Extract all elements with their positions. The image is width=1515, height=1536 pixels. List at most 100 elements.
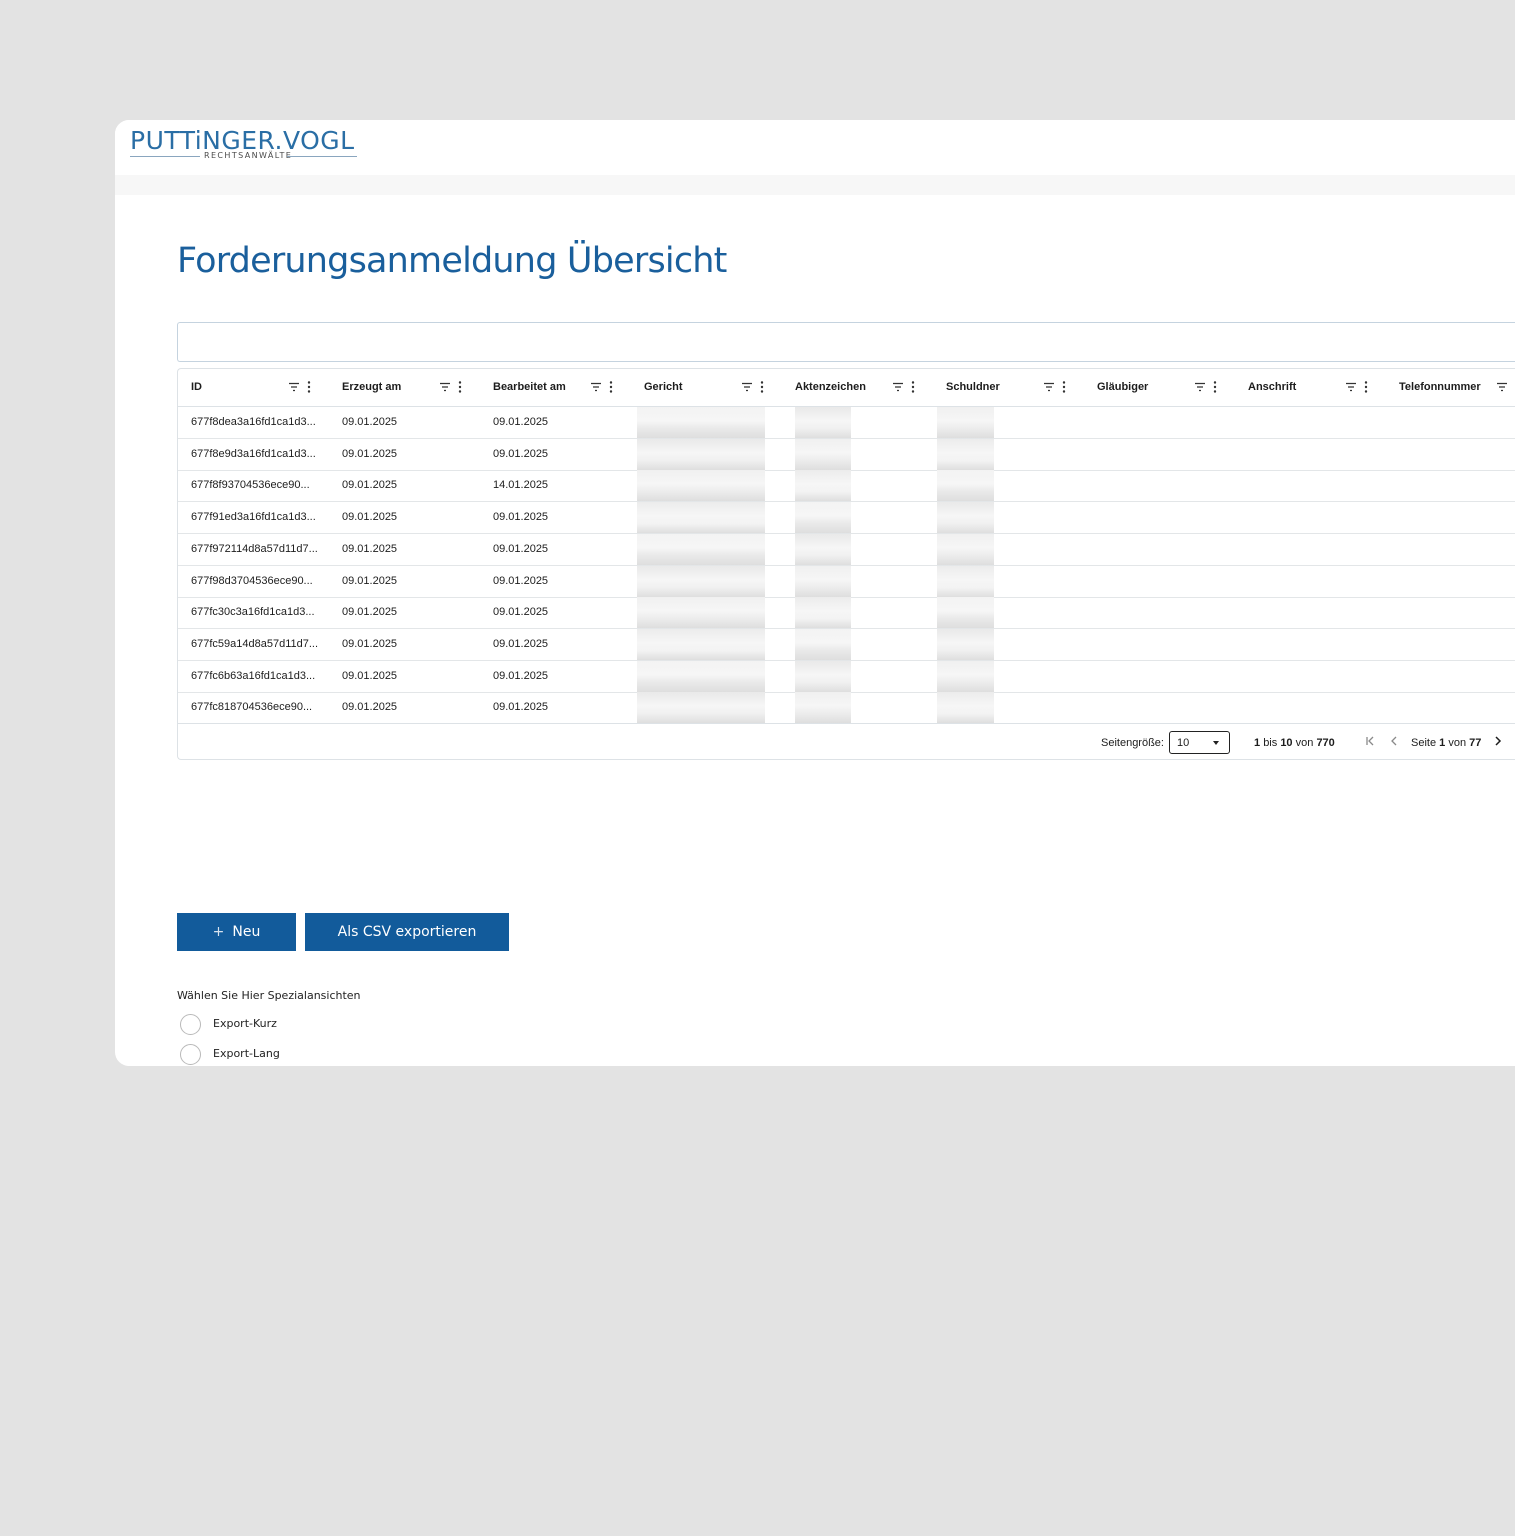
table-row[interactable]: 677fc6b63a16fd1ca1d3... 09.01.2025 09.01.2…	[178, 660, 1515, 693]
redacted-cell	[795, 438, 851, 470]
cell-created: 09.01.2025	[342, 511, 398, 524]
new-button[interactable]: + Neu	[177, 913, 296, 951]
plus-icon: +	[212, 924, 225, 940]
radio-label-export-kurz[interactable]: Export-Kurz	[213, 1017, 277, 1030]
table-row[interactable]: 677fc59a14d8a57d11d7... 09.01.2025 09.01.2…	[178, 628, 1515, 661]
column-header[interactable]: Bearbeitet am	[480, 369, 631, 406]
column-header[interactable]: Telefonnummer	[1386, 369, 1515, 406]
table-row[interactable]: 677fc30c3a16fd1ca1d3... 09.01.2025 09.01.2…	[178, 597, 1515, 630]
grid-filter-bar[interactable]	[177, 322, 1515, 362]
table-row[interactable]: 677f91ed3a16fd1ca1d3... 09.01.2025 09.01.2…	[178, 502, 1515, 535]
page-indicator: Seite 1 von 77	[1411, 737, 1481, 749]
filter-icon[interactable]	[741, 381, 753, 393]
filter-icon[interactable]	[590, 381, 602, 393]
cell-id: 677fc59a14d8a57d11d7...	[191, 637, 319, 650]
first-page-icon[interactable]	[1363, 734, 1377, 748]
next-page-icon[interactable]	[1491, 734, 1505, 748]
column-menu-icon[interactable]	[759, 380, 765, 394]
table-row[interactable]: 677f98d3704536ece90... 09.01.2025 09.01.20…	[178, 565, 1515, 598]
table-row[interactable]: 677fc818704536ece90... 09.01.2025 09.01.20…	[178, 692, 1515, 725]
redacted-cell	[795, 533, 851, 565]
column-header-label: Anschrift	[1248, 381, 1297, 393]
cell-edited: 09.01.2025	[493, 669, 549, 682]
page-title: Forderungsanmeldung Übersicht	[177, 241, 727, 281]
column-menu-icon[interactable]	[1212, 380, 1218, 394]
redacted-cell	[637, 502, 765, 534]
redacted-cell	[637, 407, 765, 438]
column-header[interactable]: Anschrift	[1235, 369, 1386, 406]
new-button-label: Neu	[232, 924, 261, 940]
cell-edited: 09.01.2025	[493, 511, 549, 524]
page-size-label: Seitengröße:	[1101, 737, 1164, 749]
table-row[interactable]: 677f8e9d3a16fd1ca1d3... 09.01.2025 09.01.2…	[178, 438, 1515, 471]
cell-created: 09.01.2025	[342, 701, 398, 714]
redacted-cell	[637, 470, 765, 502]
redacted-cell	[795, 660, 851, 692]
app-window: PUTTiNGER.VOGL RECHTSANWÄLTE Forderungsa…	[115, 120, 1515, 1066]
column-menu-icon[interactable]	[608, 380, 614, 394]
brand-logo[interactable]: PUTTiNGER.VOGL RECHTSANWÄLTE	[130, 128, 360, 168]
filter-icon[interactable]	[1496, 381, 1508, 393]
column-header[interactable]: Gericht	[631, 369, 782, 406]
range-from: 1	[1254, 737, 1261, 749]
radio-export-lang[interactable]	[180, 1044, 201, 1065]
column-header-label: Aktenzeichen	[795, 381, 866, 393]
column-menu-icon[interactable]	[457, 380, 463, 394]
column-menu-icon[interactable]	[1363, 380, 1369, 394]
redacted-cell	[795, 407, 851, 438]
redacted-cell	[937, 502, 994, 534]
csv-export-label: Als CSV exportieren	[337, 924, 477, 940]
redacted-cell	[795, 502, 851, 534]
cell-edited: 09.01.2025	[493, 606, 549, 619]
column-menu-icon[interactable]	[910, 380, 916, 394]
filter-icon[interactable]	[1043, 381, 1055, 393]
cell-edited: 09.01.2025	[493, 447, 549, 460]
column-header[interactable]: Schuldner	[933, 369, 1084, 406]
redacted-cell	[637, 660, 765, 692]
table-row[interactable]: 677f8dea3a16fd1ca1d3... 09.01.2025 09.01.2…	[178, 407, 1515, 439]
column-header-label: Bearbeitet am	[493, 381, 566, 393]
redacted-cell	[795, 628, 851, 660]
cell-edited: 09.01.2025	[493, 637, 549, 650]
special-views-label: Wählen Sie Hier Spezialansichten	[177, 989, 361, 1002]
cell-edited: 09.01.2025	[493, 574, 549, 587]
column-menu-icon[interactable]	[306, 380, 312, 394]
page-size-value: 10	[1177, 737, 1190, 749]
csv-export-button[interactable]: Als CSV exportieren	[305, 913, 509, 951]
redacted-cell	[937, 628, 994, 660]
cell-id: 677f8dea3a16fd1ca1d3...	[191, 416, 316, 428]
range-to: 10	[1280, 737, 1293, 749]
redacted-cell	[637, 533, 765, 565]
header-bar: PUTTiNGER.VOGL RECHTSANWÄLTE	[115, 120, 1515, 175]
cell-created: 09.01.2025	[342, 542, 398, 555]
column-menu-icon[interactable]	[1061, 380, 1067, 394]
filter-icon[interactable]	[892, 381, 904, 393]
column-header[interactable]: Gläubiger	[1084, 369, 1235, 406]
filter-icon[interactable]	[439, 381, 451, 393]
filter-icon[interactable]	[1194, 381, 1206, 393]
range-total: 770	[1316, 737, 1335, 749]
range-to-word: bis	[1263, 737, 1278, 749]
radio-label-export-lang[interactable]: Export-Lang	[213, 1047, 280, 1060]
column-header[interactable]: Aktenzeichen	[782, 369, 933, 406]
redacted-cell	[637, 692, 765, 724]
cell-created: 09.01.2025	[342, 669, 398, 682]
filter-icon[interactable]	[1345, 381, 1357, 393]
total-pages: 77	[1469, 737, 1482, 749]
data-grid: ID Erzeugt am Bearbeitet am Gericht Aktenzei…	[177, 368, 1515, 760]
table-row[interactable]: 677f972114d8a57d11d7... 09.01.2025 09.01.2…	[178, 533, 1515, 566]
redacted-cell	[937, 565, 994, 597]
radio-export-kurz[interactable]	[180, 1014, 201, 1035]
redacted-cell	[637, 628, 765, 660]
redacted-cell	[937, 438, 994, 470]
column-header[interactable]: ID	[178, 369, 329, 406]
row-range-summary: 1 bis 10 von 770	[1254, 737, 1335, 749]
table-row[interactable]: 677f8f93704536ece90... 09.01.2025 14.01.20…	[178, 470, 1515, 503]
column-header-label: Schuldner	[946, 381, 1000, 393]
previous-page-icon[interactable]	[1387, 734, 1401, 748]
page-size-select[interactable]: 10	[1169, 731, 1230, 754]
cell-created: 09.01.2025	[342, 447, 398, 460]
filter-icon[interactable]	[288, 381, 300, 393]
column-header[interactable]: Erzeugt am	[329, 369, 480, 406]
cell-created: 09.01.2025	[342, 606, 398, 619]
